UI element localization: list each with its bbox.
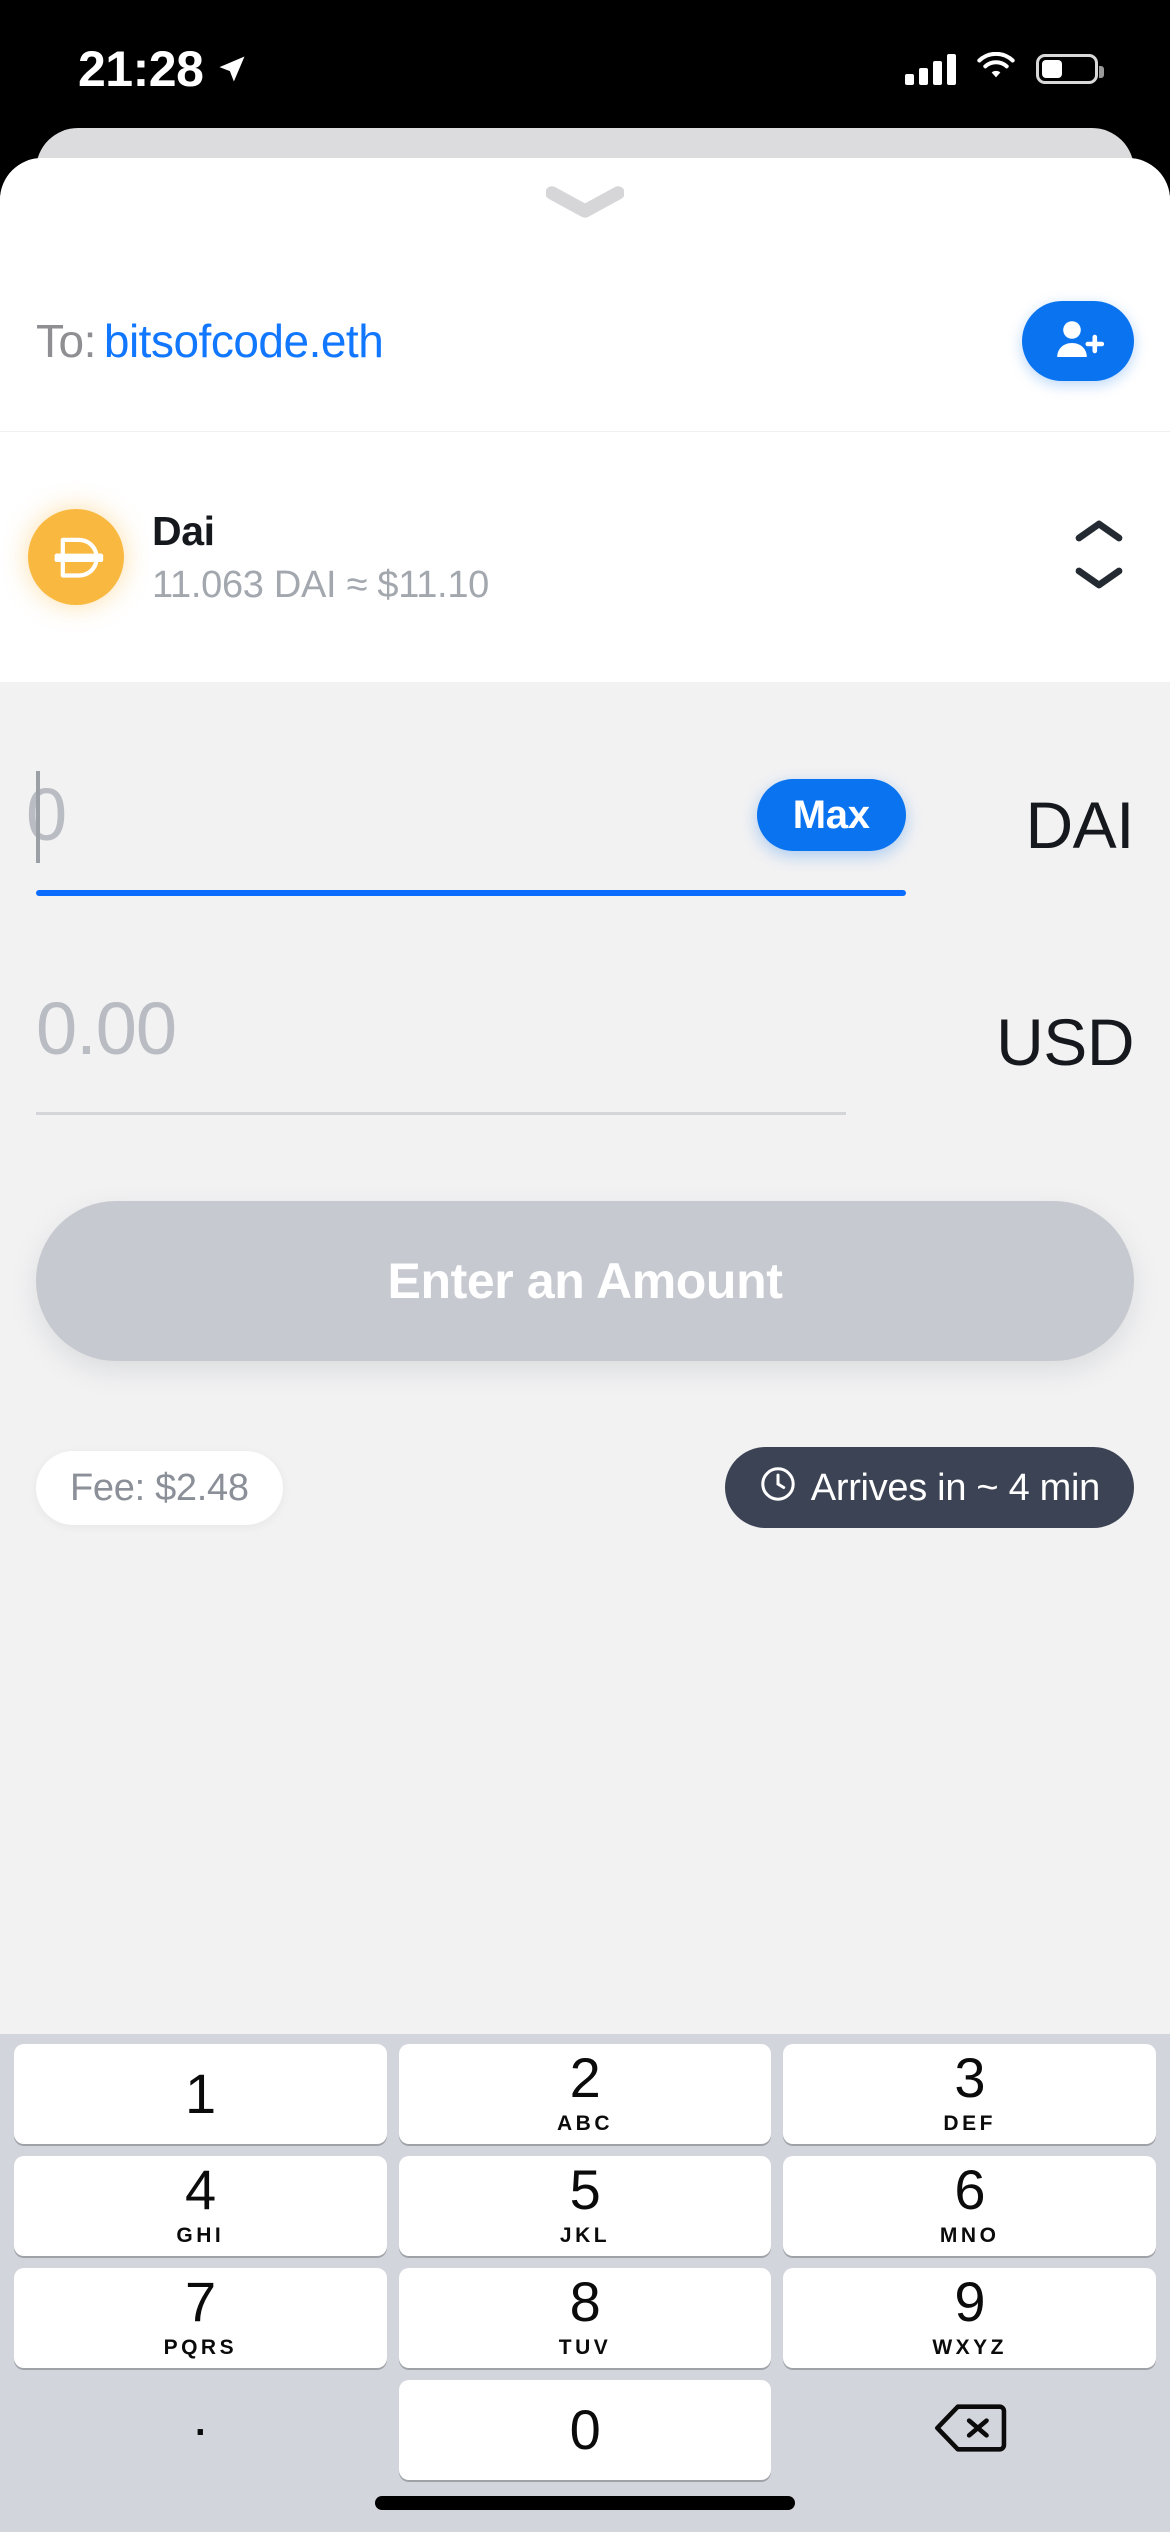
- token-name: Dai: [152, 507, 215, 554]
- crypto-amount-field[interactable]: 0 Max: [26, 754, 906, 896]
- clock-icon: [759, 1465, 797, 1510]
- dai-coin-icon: [28, 509, 124, 605]
- add-contact-icon: [1052, 316, 1105, 365]
- wifi-icon: [976, 51, 1016, 87]
- recipient-text: To: bitsofcode.eth: [36, 318, 1022, 364]
- keypad-row: 1 2 ABC 3 DEF: [8, 2044, 1162, 2144]
- keypad-key-2-label: 2: [569, 2046, 601, 2109]
- amount-entry-area: 0 Max DAI 0.00 USD: [0, 682, 1170, 1115]
- status-bar-left: 21:28: [78, 44, 247, 94]
- keypad-key-7[interactable]: 7 PQRS: [14, 2268, 387, 2368]
- keypad-key-5[interactable]: 5 JKL: [398, 2156, 772, 2256]
- status-bar-clock: 21:28: [78, 41, 204, 97]
- backspace-delete-icon: [933, 2401, 1007, 2460]
- keypad-key-1-label: 1: [185, 2062, 216, 2125]
- send-bottom-sheet: To: bitsofcode.eth Dai 11.063 DAI ≈ $11.…: [0, 158, 1170, 2532]
- keypad-key-5-label: 5: [569, 2158, 601, 2221]
- eta-badge[interactable]: Arrives in ~ 4 min: [724, 1447, 1134, 1528]
- keypad-key-decimal-label: .: [192, 2384, 209, 2447]
- cellular-signal-icon: [905, 53, 956, 85]
- crypto-amount-row: 0 Max DAI: [26, 754, 1135, 896]
- token-meta: Dai 11.063 DAI ≈ $11.10: [152, 506, 1064, 609]
- keypad-key-6[interactable]: 6 MNO: [783, 2156, 1157, 2256]
- fiat-field-underline: [36, 1112, 846, 1115]
- token-stepper[interactable]: [1064, 518, 1134, 596]
- keypad-key-5-letters: JKL: [559, 2224, 611, 2247]
- keypad-key-3-label: 3: [954, 2046, 985, 2109]
- location-arrow-icon: [217, 54, 247, 84]
- home-indicator: [375, 2496, 795, 2510]
- keypad-key-6-letters: MNO: [939, 2224, 1000, 2247]
- fiat-amount-row: 0.00 USD: [36, 968, 1135, 1115]
- crypto-amount-placeholder: 0: [26, 773, 67, 856]
- recipient-address[interactable]: bitsofcode.eth: [104, 315, 384, 367]
- chevron-down-icon[interactable]: [1073, 565, 1125, 596]
- keypad-key-delete[interactable]: [783, 2380, 1156, 2480]
- eta-label: Arrives in ~ 4 min: [810, 1466, 1101, 1509]
- fiat-currency-label: USD: [996, 1004, 1134, 1079]
- sheet-dismiss-handle[interactable]: [0, 158, 1170, 250]
- numeric-keypad: 1 2 ABC 3 DEF 4 GHI 5 JKL 6 MNO 7 PQRS 8…: [0, 2034, 1170, 2532]
- fiat-amount-placeholder: 0.00: [36, 987, 177, 1070]
- max-button[interactable]: Max: [756, 779, 906, 851]
- fee-badge[interactable]: Fee: $2.48: [36, 1450, 283, 1525]
- keypad-key-3-letters: DEF: [943, 2112, 996, 2135]
- chevron-up-icon[interactable]: [1073, 518, 1125, 549]
- keypad-key-6-label: 6: [954, 2158, 985, 2221]
- keypad-key-0[interactable]: 0: [398, 2380, 772, 2480]
- keypad-row: 7 PQRS 8 TUV 9 WXYZ: [8, 2268, 1162, 2368]
- keypad-key-2-letters: ABC: [557, 2112, 613, 2135]
- add-contact-button[interactable]: [1022, 300, 1134, 381]
- submit-button[interactable]: Enter an Amount: [36, 1201, 1134, 1361]
- keypad-key-7-label: 7: [185, 2270, 216, 2333]
- keypad-key-8-letters: TUV: [558, 2336, 612, 2359]
- text-caret: [36, 771, 40, 863]
- keypad-key-1[interactable]: 1: [14, 2044, 387, 2144]
- keypad-key-0-label: 0: [569, 2398, 601, 2461]
- status-bar: 21:28: [0, 0, 1170, 138]
- submit-button-label: Enter an Amount: [387, 1253, 783, 1309]
- keypad-row: . 0: [8, 2380, 1162, 2480]
- keypad-key-2[interactable]: 2 ABC: [398, 2044, 772, 2144]
- keypad-key-4[interactable]: 4 GHI: [14, 2156, 387, 2256]
- keypad-key-9[interactable]: 9 WXYZ: [783, 2268, 1157, 2368]
- keypad-key-3[interactable]: 3 DEF: [783, 2044, 1157, 2144]
- keypad-key-8-label: 8: [569, 2270, 601, 2333]
- crypto-currency-label: DAI: [1025, 788, 1134, 862]
- sheet-header: To: bitsofcode.eth: [0, 158, 1170, 432]
- battery-icon: [1036, 54, 1104, 84]
- keypad-key-8[interactable]: 8 TUV: [398, 2268, 772, 2368]
- transaction-meta-row: Fee: $2.48 Arrives in ~ 4 min: [36, 1447, 1134, 1528]
- fiat-amount-field[interactable]: 0.00: [36, 968, 846, 1115]
- keypad-key-4-label: 4: [185, 2158, 216, 2221]
- chevron-down-handle-icon: [545, 185, 625, 223]
- keypad-key-7-letters: PQRS: [163, 2336, 238, 2359]
- recipient-label: To:: [36, 314, 96, 367]
- keypad-key-9-letters: WXYZ: [932, 2336, 1008, 2359]
- crypto-field-underline: [36, 890, 906, 896]
- keypad-row: 4 GHI 5 JKL 6 MNO: [8, 2156, 1162, 2256]
- recipient-row[interactable]: To: bitsofcode.eth: [0, 250, 1170, 432]
- token-selector-row[interactable]: Dai 11.063 DAI ≈ $11.10: [0, 432, 1170, 682]
- keypad-key-decimal[interactable]: .: [14, 2380, 387, 2480]
- token-balance: 11.063 DAI ≈ $11.10: [152, 563, 489, 606]
- keypad-key-9-label: 9: [954, 2270, 985, 2333]
- status-bar-right: [905, 51, 1104, 87]
- keypad-key-4-letters: GHI: [176, 2224, 225, 2247]
